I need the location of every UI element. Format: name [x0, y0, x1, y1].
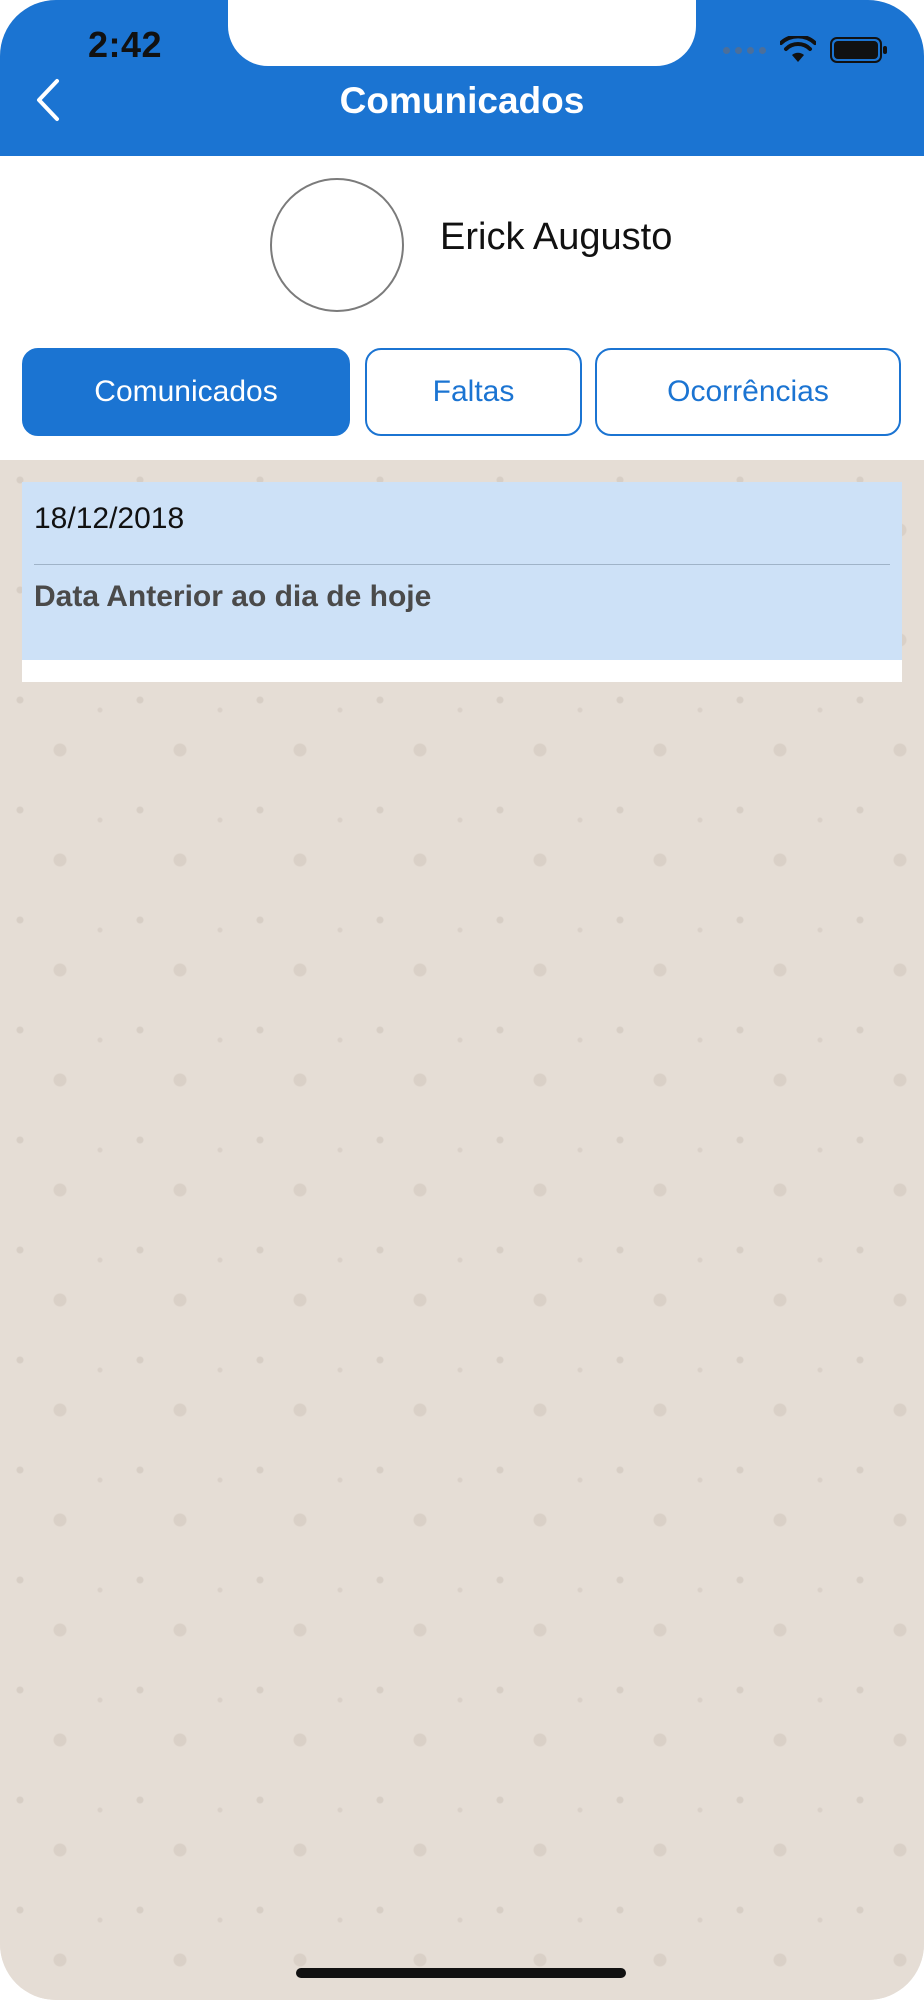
nav-header: 2:42 Comunicados	[0, 0, 924, 156]
message-date: 18/12/2018	[34, 502, 185, 535]
wifi-icon	[780, 36, 816, 62]
tab-bar: Comunicados Faltas Ocorrências	[0, 348, 924, 440]
student-name: Erick Augusto	[440, 216, 673, 258]
tab-comunicados[interactable]: Comunicados	[22, 348, 350, 436]
avatar	[270, 178, 404, 312]
list-item[interactable]: 18/12/2018 Data Anterior ao dia de hoje	[22, 482, 902, 682]
cellular-signal-icon	[723, 46, 766, 54]
app-screen: 2:42 Comunicados Erick Augusto Comunicad…	[0, 0, 924, 2000]
message-list: 18/12/2018 Data Anterior ao dia de hoje	[0, 460, 924, 2000]
home-indicator[interactable]	[296, 1968, 626, 1978]
status-time: 2:42	[88, 24, 163, 65]
status-icons	[723, 34, 888, 66]
device-notch	[228, 0, 696, 66]
message-text: Data Anterior ao dia de hoje	[34, 580, 432, 613]
profile-section: Erick Augusto Comunicados Faltas Ocorrên…	[0, 156, 924, 460]
divider	[34, 564, 890, 565]
tab-faltas[interactable]: Faltas	[365, 348, 582, 436]
page-title: Comunicados	[339, 80, 585, 121]
battery-icon	[830, 37, 887, 63]
message-card: 18/12/2018 Data Anterior ao dia de hoje	[22, 482, 902, 660]
tab-ocorrencias[interactable]: Ocorrências	[595, 348, 901, 436]
